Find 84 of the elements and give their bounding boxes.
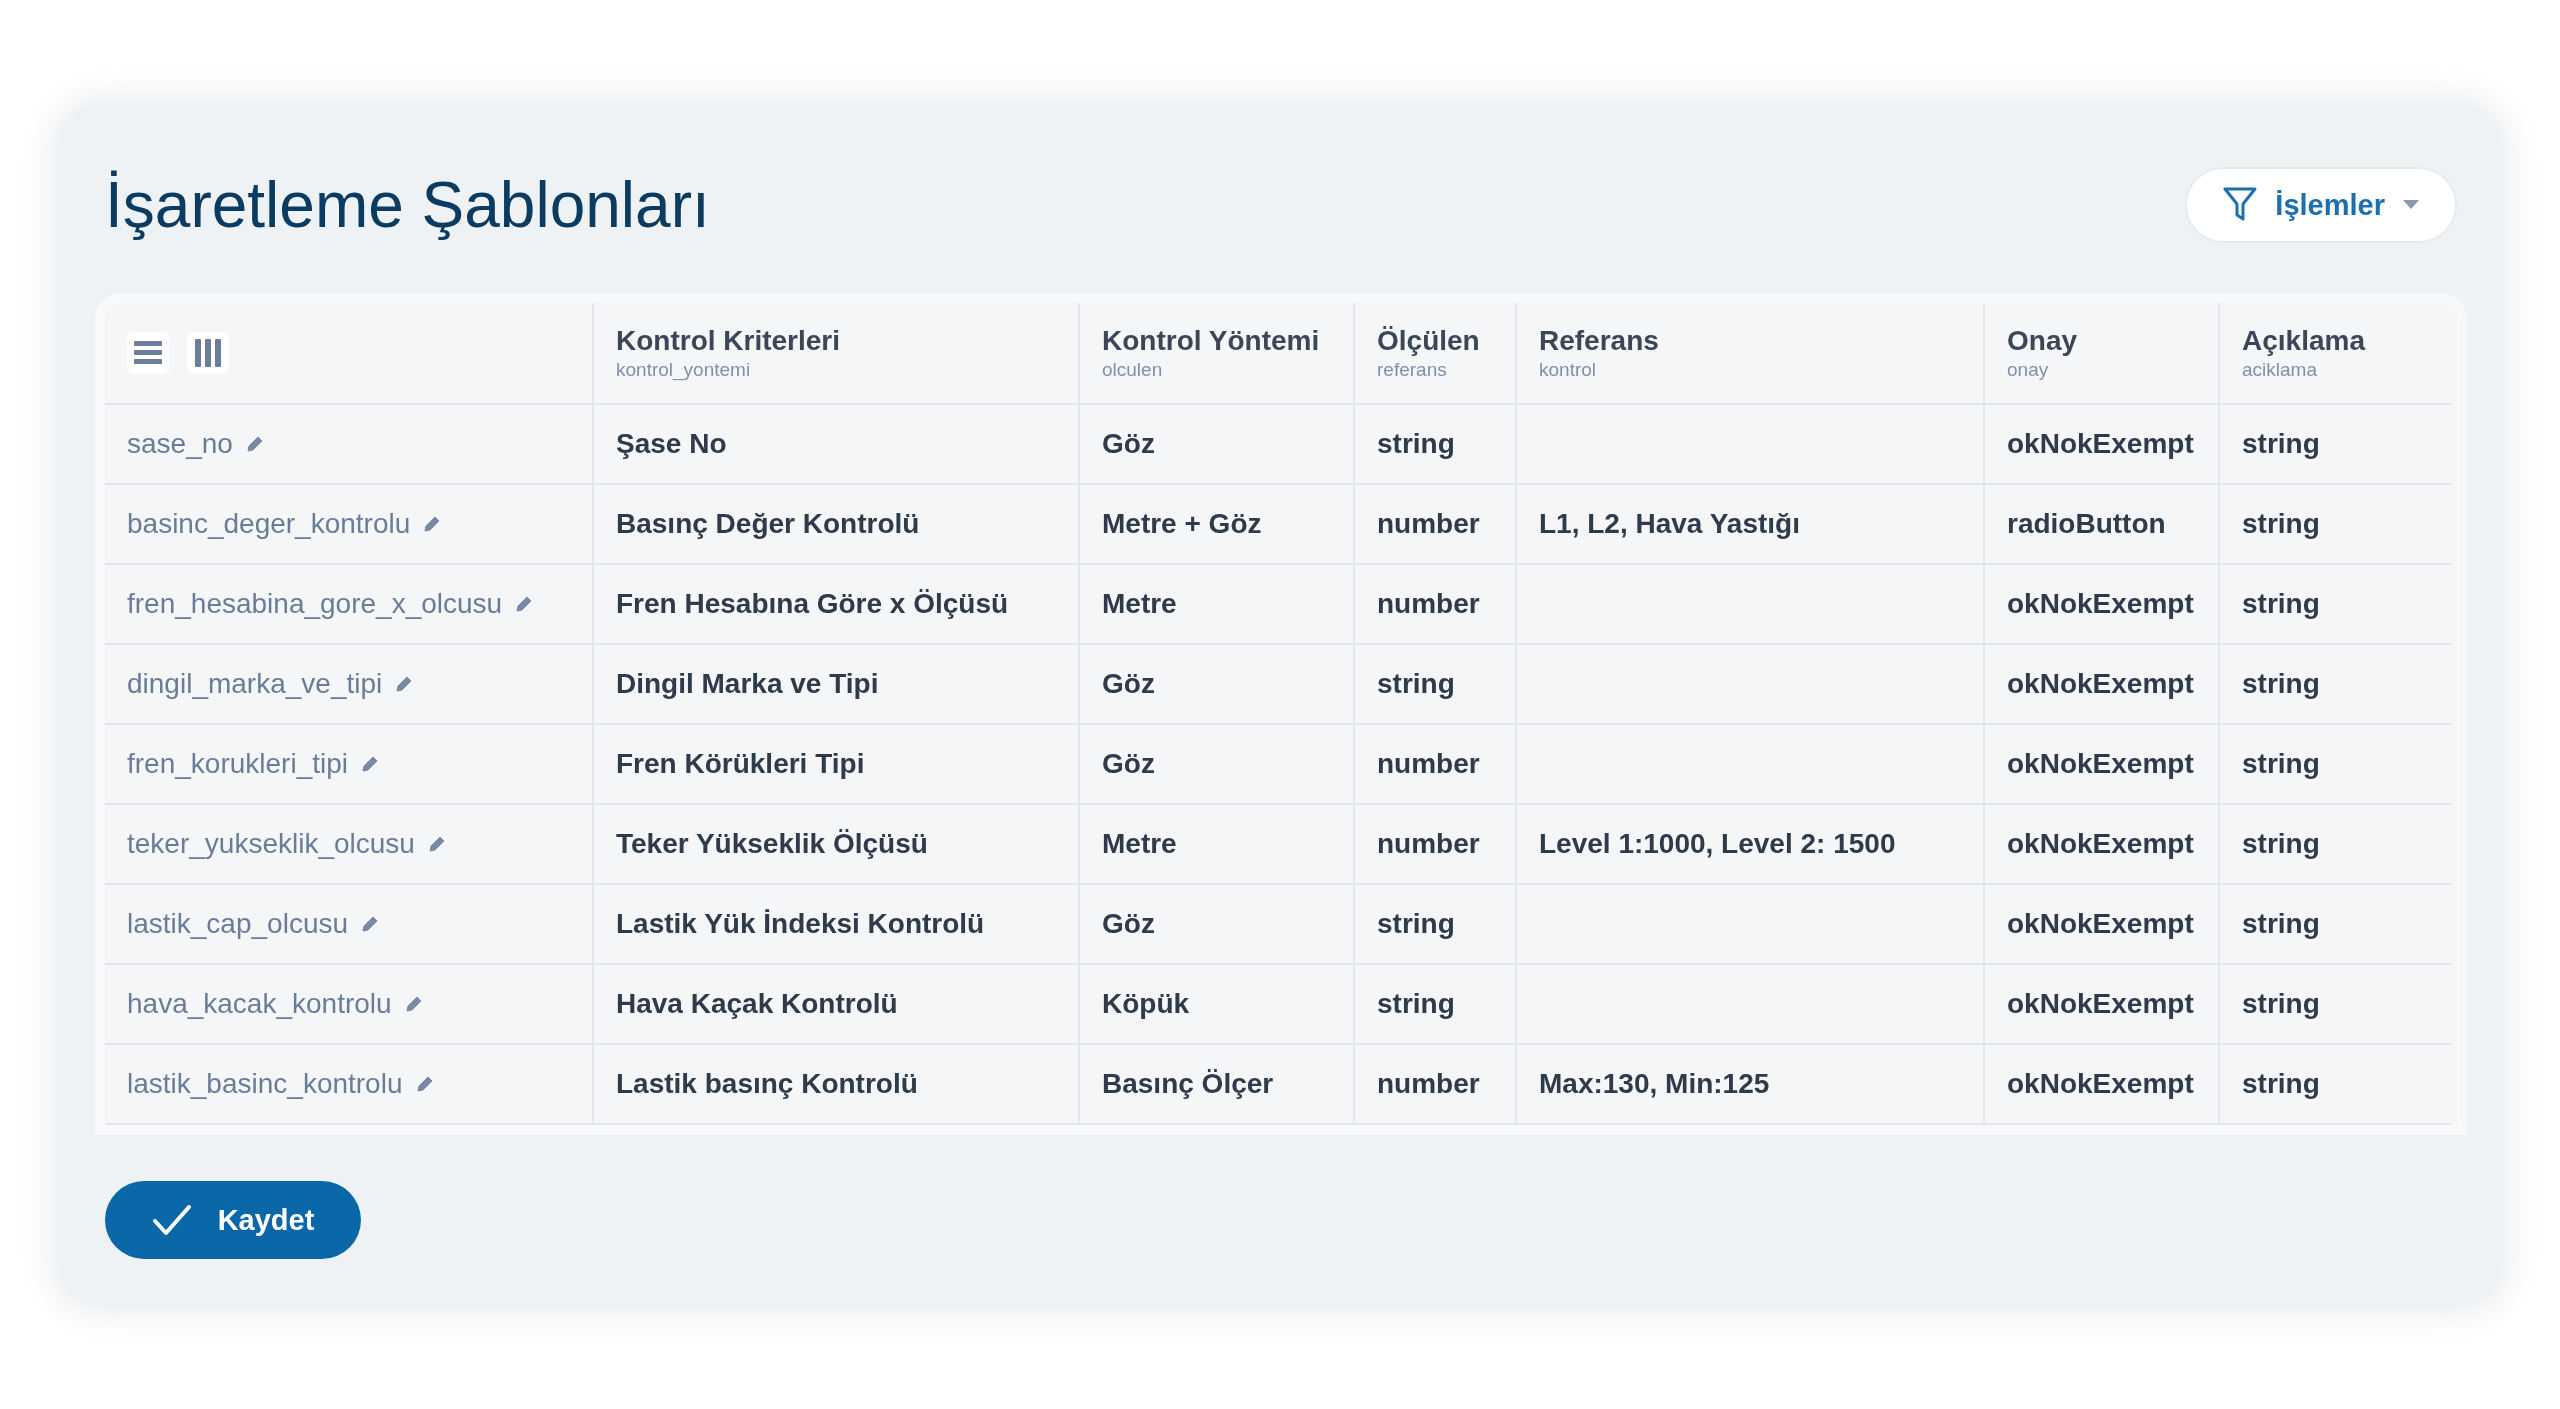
table-cell: number bbox=[1377, 508, 1480, 540]
column-header[interactable]: Referans bbox=[1539, 325, 1659, 357]
pencil-icon[interactable] bbox=[414, 1074, 435, 1094]
table-cell: okNokExempt bbox=[2007, 908, 2194, 940]
column-key: kontrol bbox=[1539, 359, 1597, 381]
column-header[interactable]: Kontrol Kriterleri bbox=[616, 325, 841, 357]
table-cell: Hava Kaçak Kontrolü bbox=[616, 988, 898, 1020]
column-header[interactable]: Kontrol Yöntemi bbox=[1102, 325, 1320, 357]
table-cell: number bbox=[1377, 828, 1480, 860]
table-cell: string bbox=[2242, 588, 2320, 620]
actions-dropdown[interactable]: İşlemler bbox=[2185, 167, 2457, 243]
table-cell: okNokExempt bbox=[2007, 1068, 2194, 1100]
template-key-link[interactable]: lastik_basinc_kontrolu bbox=[127, 1068, 403, 1100]
table-cell: okNokExempt bbox=[2007, 828, 2194, 860]
table-cell: radioButton bbox=[2007, 508, 2166, 540]
column-key: onay bbox=[2007, 359, 2049, 381]
table-cell: Basınç Ölçer bbox=[1102, 1068, 1274, 1100]
table-cell: Lastik basınç Kontrolü bbox=[616, 1068, 918, 1100]
table-cell: string bbox=[2242, 908, 2320, 940]
table-cell: string bbox=[2242, 748, 2320, 780]
table-cell: Lastik Yük İndeksi Kontrolü bbox=[616, 908, 985, 940]
template-key-link[interactable]: lastik_cap_olcusu bbox=[127, 908, 349, 940]
table-cell: okNokExempt bbox=[2007, 588, 2194, 620]
table-cell: okNokExempt bbox=[2007, 428, 2194, 460]
column-header[interactable]: Onay bbox=[2007, 325, 2078, 357]
column-view-button[interactable] bbox=[187, 332, 229, 374]
check-icon bbox=[151, 1204, 192, 1236]
list-icon bbox=[134, 340, 162, 366]
template-key-link[interactable]: sase_no bbox=[127, 428, 233, 460]
columns-icon bbox=[195, 339, 221, 367]
template-key-link[interactable]: fren_hesabina_gore_x_olcusu bbox=[127, 588, 503, 620]
caret-icon bbox=[2403, 200, 2419, 210]
save-button[interactable]: Kaydet bbox=[105, 1181, 361, 1259]
table-cell: okNokExempt bbox=[2007, 748, 2194, 780]
column-key: olculen bbox=[1102, 359, 1163, 381]
table-cell: Basınç Değer Kontrolü bbox=[616, 508, 920, 540]
template-key-link[interactable]: teker_yukseklik_olcusu bbox=[127, 828, 415, 860]
list-view-button[interactable] bbox=[127, 332, 169, 374]
table-cell: Fren Hesabına Göre x Ölçüsü bbox=[616, 588, 1009, 620]
table-cell: Göz bbox=[1102, 748, 1155, 780]
table-cell: string bbox=[2242, 428, 2320, 460]
table-cell: Teker Yükseklik Ölçüsü bbox=[616, 828, 928, 860]
table-cell: Göz bbox=[1102, 668, 1155, 700]
table-cell: string bbox=[1377, 908, 1455, 940]
pencil-icon[interactable] bbox=[360, 754, 380, 774]
template-key-link[interactable]: hava_kacak_kontrolu bbox=[127, 988, 392, 1020]
table-cell: Köpük bbox=[1102, 988, 1190, 1020]
table-cell: string bbox=[2242, 668, 2320, 700]
table-cell: number bbox=[1377, 588, 1480, 620]
column-header[interactable]: Ölçülen bbox=[1377, 325, 1480, 357]
table-cell: Göz bbox=[1102, 908, 1155, 940]
table-cell: number bbox=[1377, 1068, 1480, 1100]
table-cell: L1, L2, Hava Yastığı bbox=[1539, 508, 1800, 540]
table-cell: string bbox=[2242, 988, 2320, 1020]
template-key-link[interactable]: basinc_deger_kontrolu bbox=[127, 508, 411, 540]
table-cell: Şase No bbox=[616, 428, 727, 460]
table-cell: Max:130, Min:125 bbox=[1539, 1068, 1770, 1100]
table-cell: okNokExempt bbox=[2007, 988, 2194, 1020]
table-cell: string bbox=[2242, 508, 2320, 540]
table-cell: string bbox=[2242, 828, 2320, 860]
template-key-link[interactable]: dingil_marka_ve_tipi bbox=[127, 668, 383, 700]
table-cell: Metre bbox=[1102, 588, 1177, 620]
column-key: kontrol_yontemi bbox=[616, 359, 751, 381]
table-cell: Level 1:1000, Level 2: 1500 bbox=[1539, 828, 1896, 860]
table-cell: Metre bbox=[1102, 828, 1177, 860]
table-cell: string bbox=[1377, 988, 1455, 1020]
table-cell: Fren Körükleri Tipi bbox=[616, 748, 865, 780]
pencil-icon[interactable] bbox=[244, 434, 265, 454]
pencil-icon[interactable] bbox=[403, 994, 424, 1014]
table-cell: Metre + Göz bbox=[1102, 508, 1262, 540]
pencil-icon[interactable] bbox=[426, 834, 447, 854]
template-key-link[interactable]: fren_korukleri_tipi bbox=[127, 748, 348, 780]
table-cell: string bbox=[1377, 668, 1455, 700]
table-cell: Dingil Marka ve Tipi bbox=[616, 668, 879, 700]
column-key: aciklama bbox=[2242, 359, 2317, 381]
column-header[interactable]: Açıklama bbox=[2242, 325, 2365, 357]
filter-icon bbox=[2223, 187, 2258, 223]
page-title: İşaretleme Şablonları bbox=[105, 168, 710, 242]
column-key: referans bbox=[1377, 359, 1447, 381]
table-cell: string bbox=[1377, 428, 1455, 460]
table-cell: number bbox=[1377, 748, 1480, 780]
table-cell: string bbox=[2242, 1068, 2320, 1100]
table-cell: Göz bbox=[1102, 428, 1155, 460]
table-cell: okNokExempt bbox=[2007, 668, 2194, 700]
